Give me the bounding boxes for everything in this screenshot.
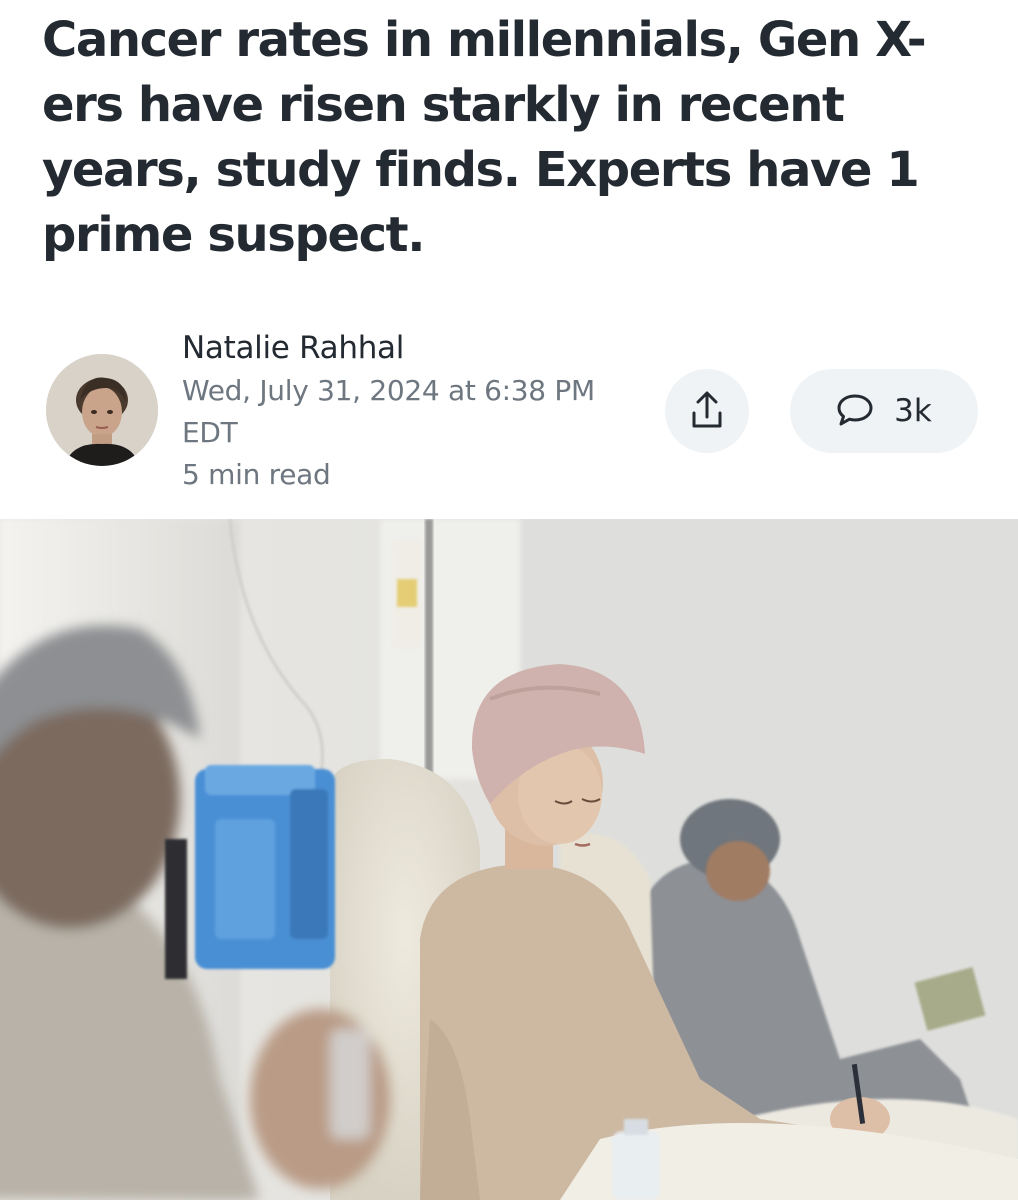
read-time: 5 min read xyxy=(182,458,331,491)
article-headline: Cancer rates in millennials, Gen X-ers h… xyxy=(42,12,927,263)
speech-bubble-icon xyxy=(836,393,874,430)
publish-date: Wed, July 31, 2024 at 6:38 PM xyxy=(182,374,595,407)
author-name[interactable]: Natalie Rahhal xyxy=(182,326,632,370)
comments-count: 3k xyxy=(894,393,932,429)
share-button[interactable] xyxy=(665,369,749,453)
share-upload-icon xyxy=(690,391,724,432)
byline: Natalie Rahhal Wed, July 31, 2024 at 6:3… xyxy=(182,326,632,496)
author-avatar[interactable] xyxy=(46,354,158,466)
hero-image xyxy=(0,519,1018,1200)
publish-timezone: EDT xyxy=(182,416,238,449)
comments-button[interactable]: 3k xyxy=(790,369,978,453)
